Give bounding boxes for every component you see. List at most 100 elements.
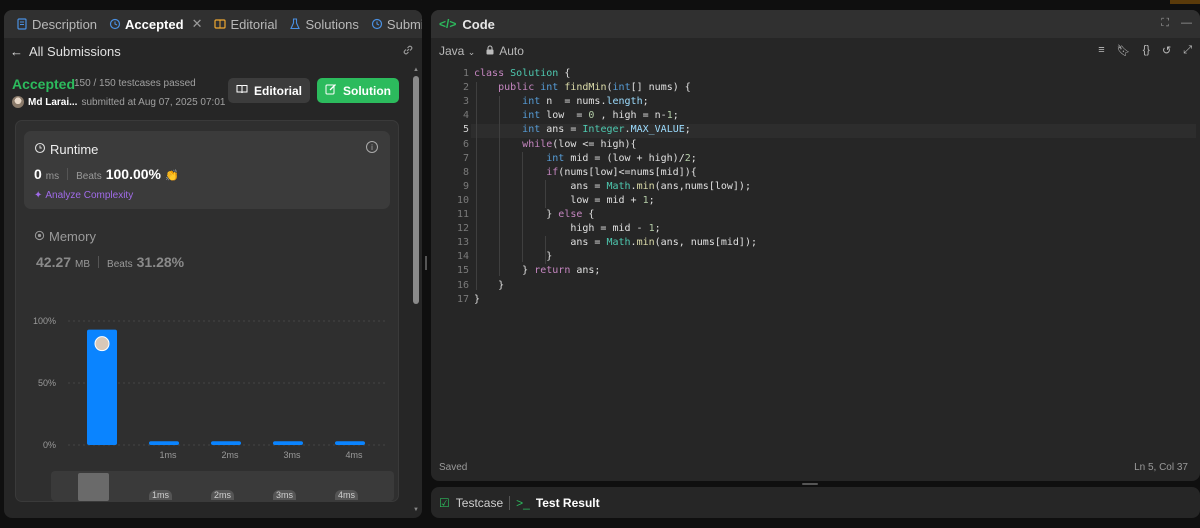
history-icon (109, 18, 121, 30)
minimap-label: 3ms (273, 490, 297, 500)
tab-test-result[interactable]: Test Result (536, 496, 600, 510)
mode-toggle[interactable]: Auto (485, 44, 524, 58)
submitted-time: submitted at Aug 07, 2025 07:01 (81, 96, 226, 108)
avatar[interactable] (12, 96, 24, 108)
runtime-card[interactable]: Runtime i 0 ms Beats 100.00% 👏 ✦ Analyze… (24, 131, 390, 209)
runtime-stats: 0 ms Beats 100.00% 👏 (34, 166, 179, 182)
analyze-label: Analyze Complexity (45, 190, 134, 201)
tab-accepted-label: Accepted (125, 16, 184, 32)
tab-description[interactable]: Description (10, 10, 103, 38)
memory-beats-label: Beats (107, 259, 133, 270)
code-line[interactable]: } else { (474, 209, 594, 220)
window-accent (1170, 0, 1200, 4)
analyze-complexity-link[interactable]: ✦ Analyze Complexity (34, 190, 133, 201)
line-number: 8 (462, 166, 469, 178)
tab-accepted[interactable]: Accepted ✕ (103, 10, 208, 38)
code-line[interactable]: public int findMin(int[] nums) { (474, 82, 691, 93)
line-number: 11 (456, 209, 469, 220)
test-tabs: ☑ Testcase >_ Test Result (431, 487, 1200, 518)
code-line[interactable]: while(low <= high){ (474, 139, 636, 150)
code-line[interactable]: ans = Math.min(ans, nums[mid]); (474, 237, 757, 248)
fullscreen-icon[interactable]: ⤢ (1183, 44, 1192, 57)
code-panel: </> Code ⛶ — Java ⌄ Auto ≡ 🔖︎ {} ↺ ⤢ 1 cl… (431, 10, 1200, 481)
runtime-beats-label: Beats (76, 171, 102, 182)
save-status: Saved (439, 462, 468, 473)
runtime-value: 0 (34, 166, 42, 182)
back-to-submissions[interactable]: ← All Submissions (4, 40, 422, 62)
close-icon[interactable]: ✕ (192, 16, 203, 32)
username[interactable]: Md Larai... (28, 97, 77, 108)
bookmark-icon[interactable]: 🔖︎ (1117, 44, 1131, 57)
code-line[interactable]: ans = Math.min(ans,nums[low]); (474, 181, 751, 192)
clock-icon (34, 142, 46, 157)
maximize-icon[interactable]: ⛶ (1161, 17, 1169, 30)
chart-bar[interactable] (273, 441, 303, 445)
line-number: 13 (456, 237, 469, 249)
divider (67, 168, 69, 180)
runtime-distribution-chart[interactable]: 100% 50% 0% 1ms 2ms 3ms 4ms (20, 305, 390, 465)
chart-bar[interactable] (149, 441, 179, 445)
braces-icon[interactable]: {} (1143, 44, 1150, 57)
panel-resize-handle[interactable] (802, 483, 818, 485)
tab-editorial[interactable]: Editorial (208, 10, 283, 38)
testcases-passed: 150 / 150 testcases passed (74, 78, 196, 89)
line-number: 17 (456, 293, 469, 305)
memory-stats: 42.27 MB Beats 31.28% (36, 254, 184, 270)
tab-submissions[interactable]: Submissions (365, 10, 422, 38)
code-line[interactable]: high = mid - 1; (474, 223, 660, 234)
minimap-label: 4ms (335, 490, 359, 500)
code-line[interactable]: } (474, 294, 480, 305)
code-line[interactable]: int mid = (low + high)/2; (474, 153, 697, 164)
test-panel: ☑ Testcase >_ Test Result (431, 487, 1200, 518)
submission-panel: Description Accepted ✕ Editorial Solutio… (4, 10, 422, 518)
x-tick-label: 1ms (159, 450, 177, 460)
memory-unit: MB (75, 259, 91, 270)
code-editor[interactable]: 1 class Solution {2 public int findMin(in… (431, 68, 1200, 448)
line-number: 1 (462, 68, 469, 79)
scroll-down-icon[interactable]: ▼ (413, 507, 419, 513)
minimap-label: 2ms (211, 490, 235, 500)
panel-resize-handle[interactable] (425, 256, 427, 270)
clap-icon: 👏 (165, 170, 179, 182)
code-line[interactable]: } (474, 251, 552, 262)
info-icon[interactable]: i (366, 141, 378, 153)
code-line[interactable]: int ans = Integer.MAX_VALUE; (474, 124, 691, 135)
code-line[interactable]: int low = 0 , high = n-1; (474, 110, 679, 121)
memory-value: 42.27 (36, 254, 72, 270)
runtime-beats-value: 100.00% (105, 166, 161, 182)
memory-title[interactable]: Memory (34, 229, 96, 244)
tab-description-label: Description (32, 16, 98, 32)
memory-title-label: Memory (49, 229, 96, 244)
flask-icon (289, 18, 301, 30)
code-line[interactable]: low = mid + 1; (474, 195, 654, 206)
line-number: 9 (462, 180, 469, 192)
solution-button[interactable]: Solution (317, 78, 399, 103)
minimize-icon[interactable]: — (1181, 17, 1192, 30)
memory-beats-value: 31.28% (136, 254, 185, 270)
distribution-minimap[interactable]: 1ms 2ms 3ms 4ms (51, 471, 394, 501)
reset-icon[interactable]: ↺ (1162, 44, 1171, 57)
code-line[interactable]: } (474, 280, 504, 291)
scrollbar-thumb[interactable] (413, 76, 419, 304)
code-icon: </> (439, 17, 457, 31)
x-tick-label: 4ms (345, 450, 363, 460)
tab-editorial-label: Editorial (230, 16, 278, 32)
chart-bar[interactable] (335, 441, 365, 445)
code-line[interactable]: int n = nums.length; (474, 96, 648, 107)
code-line[interactable]: class Solution { (474, 68, 570, 79)
tab-solutions[interactable]: Solutions (283, 10, 364, 38)
link-icon[interactable] (402, 44, 414, 59)
line-number: 14 (456, 251, 469, 263)
tab-testcase[interactable]: Testcase (456, 496, 503, 510)
code-line[interactable]: if(nums[low]<=nums[mid]){ (474, 167, 697, 178)
line-number: 6 (462, 138, 469, 150)
chart-bar[interactable] (211, 441, 241, 445)
scroll-up-icon[interactable]: ▲ (413, 67, 419, 73)
runtime-title-label: Runtime (50, 142, 99, 157)
language-select[interactable]: Java ⌄ (439, 44, 475, 58)
x-tick-label: 2ms (221, 450, 239, 460)
code-line[interactable]: } return ans; (474, 265, 600, 276)
format-icon[interactable]: ≡ (1098, 44, 1104, 57)
editorial-button[interactable]: Editorial (228, 78, 310, 103)
submitter-line: Md Larai... submitted at Aug 07, 2025 07… (12, 96, 225, 108)
